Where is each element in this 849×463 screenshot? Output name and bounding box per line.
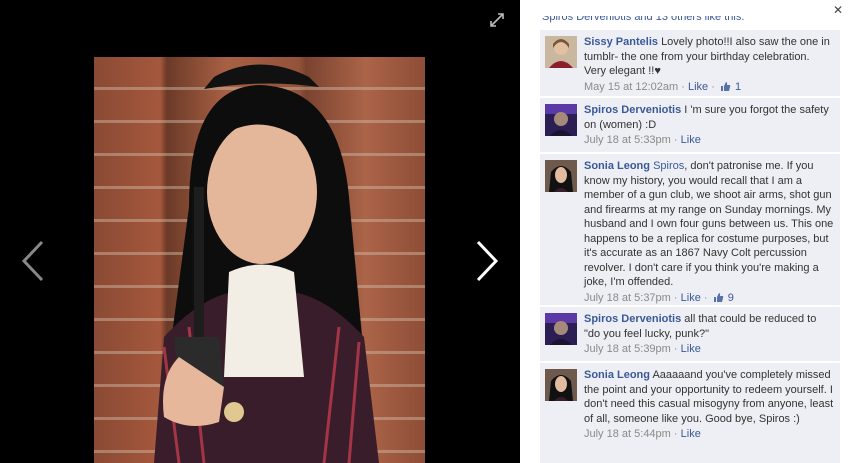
comment-author[interactable]: Spiros Derveniotis [584, 313, 681, 325]
avatar[interactable] [545, 160, 577, 192]
comment-author[interactable]: Sissy Pantelis [584, 36, 658, 48]
comment: Sonia Leong Aaaaaand you've completely m… [540, 363, 840, 463]
like-link[interactable]: Like [681, 292, 701, 304]
avatar[interactable] [545, 369, 577, 401]
comment-meta: July 18 at 5:44pm · Like [584, 427, 834, 442]
comment: Sonia Leong Spiros, don't patronise me. … [540, 154, 840, 306]
comment: Spiros Derveniotis I 'm sure you forgot … [540, 98, 840, 153]
separator: · [711, 80, 715, 93]
comment-timestamp[interactable]: May 15 at 12:02am [584, 81, 678, 93]
thumbs-up-icon[interactable] [713, 292, 724, 303]
separator: · [673, 343, 678, 355]
comment-timestamp[interactable]: July 18 at 5:39pm [584, 343, 671, 355]
comment-text: , don't patronise me. If you know my his… [584, 160, 834, 288]
comment-meta: July 18 at 5:39pm · Like [584, 342, 834, 357]
previous-photo-button[interactable] [18, 236, 48, 286]
avatar[interactable] [545, 104, 577, 136]
likes-summary[interactable]: Spiros Derveniotis and 13 others like th… [542, 16, 822, 24]
close-icon[interactable]: ✕ [833, 3, 843, 17]
photo-viewer [0, 0, 520, 463]
separator: · [673, 291, 678, 304]
avatar[interactable] [545, 313, 577, 345]
comment-meta: July 18 at 5:33pm · Like [584, 133, 834, 148]
like-link[interactable]: Like [681, 343, 701, 355]
photo[interactable] [94, 57, 425, 463]
comments-panel: ✕ Spiros Derveniotis and 13 others like … [520, 0, 849, 463]
separator: · [703, 291, 708, 304]
separator: · [673, 428, 678, 440]
comment-timestamp[interactable]: July 18 at 5:44pm [584, 428, 671, 440]
like-link[interactable]: Like [681, 134, 701, 146]
like-link[interactable]: Like [681, 428, 701, 440]
comment: Spiros Derveniotis all that could be red… [540, 307, 840, 362]
comment-author[interactable]: Spiros Derveniotis [584, 104, 681, 116]
comment-timestamp[interactable]: July 18 at 5:37pm [584, 292, 671, 304]
comment-timestamp[interactable]: July 18 at 5:33pm [584, 134, 671, 146]
comment-author[interactable]: Sonia Leong [584, 160, 650, 172]
thumbs-up-icon[interactable] [720, 81, 731, 92]
like-count[interactable]: 1 [735, 81, 741, 93]
avatar[interactable] [545, 36, 577, 68]
expand-icon[interactable] [489, 12, 505, 28]
like-count[interactable]: 9 [728, 292, 734, 304]
comment: Sissy Pantelis Lovely photo!!I also saw … [540, 30, 840, 97]
comment-mention[interactable]: Spiros [653, 160, 684, 172]
chevron-left-icon [21, 240, 44, 282]
comment-meta: May 15 at 12:02am · Like · 1 [584, 80, 834, 95]
comment-meta: July 18 at 5:37pm · Like · 9 [584, 291, 834, 306]
comment-author[interactable]: Sonia Leong [584, 369, 650, 381]
chevron-right-icon [476, 240, 499, 282]
like-link[interactable]: Like [688, 81, 708, 93]
separator: · [673, 134, 678, 146]
separator: · [681, 80, 685, 93]
next-photo-button[interactable] [472, 236, 502, 286]
